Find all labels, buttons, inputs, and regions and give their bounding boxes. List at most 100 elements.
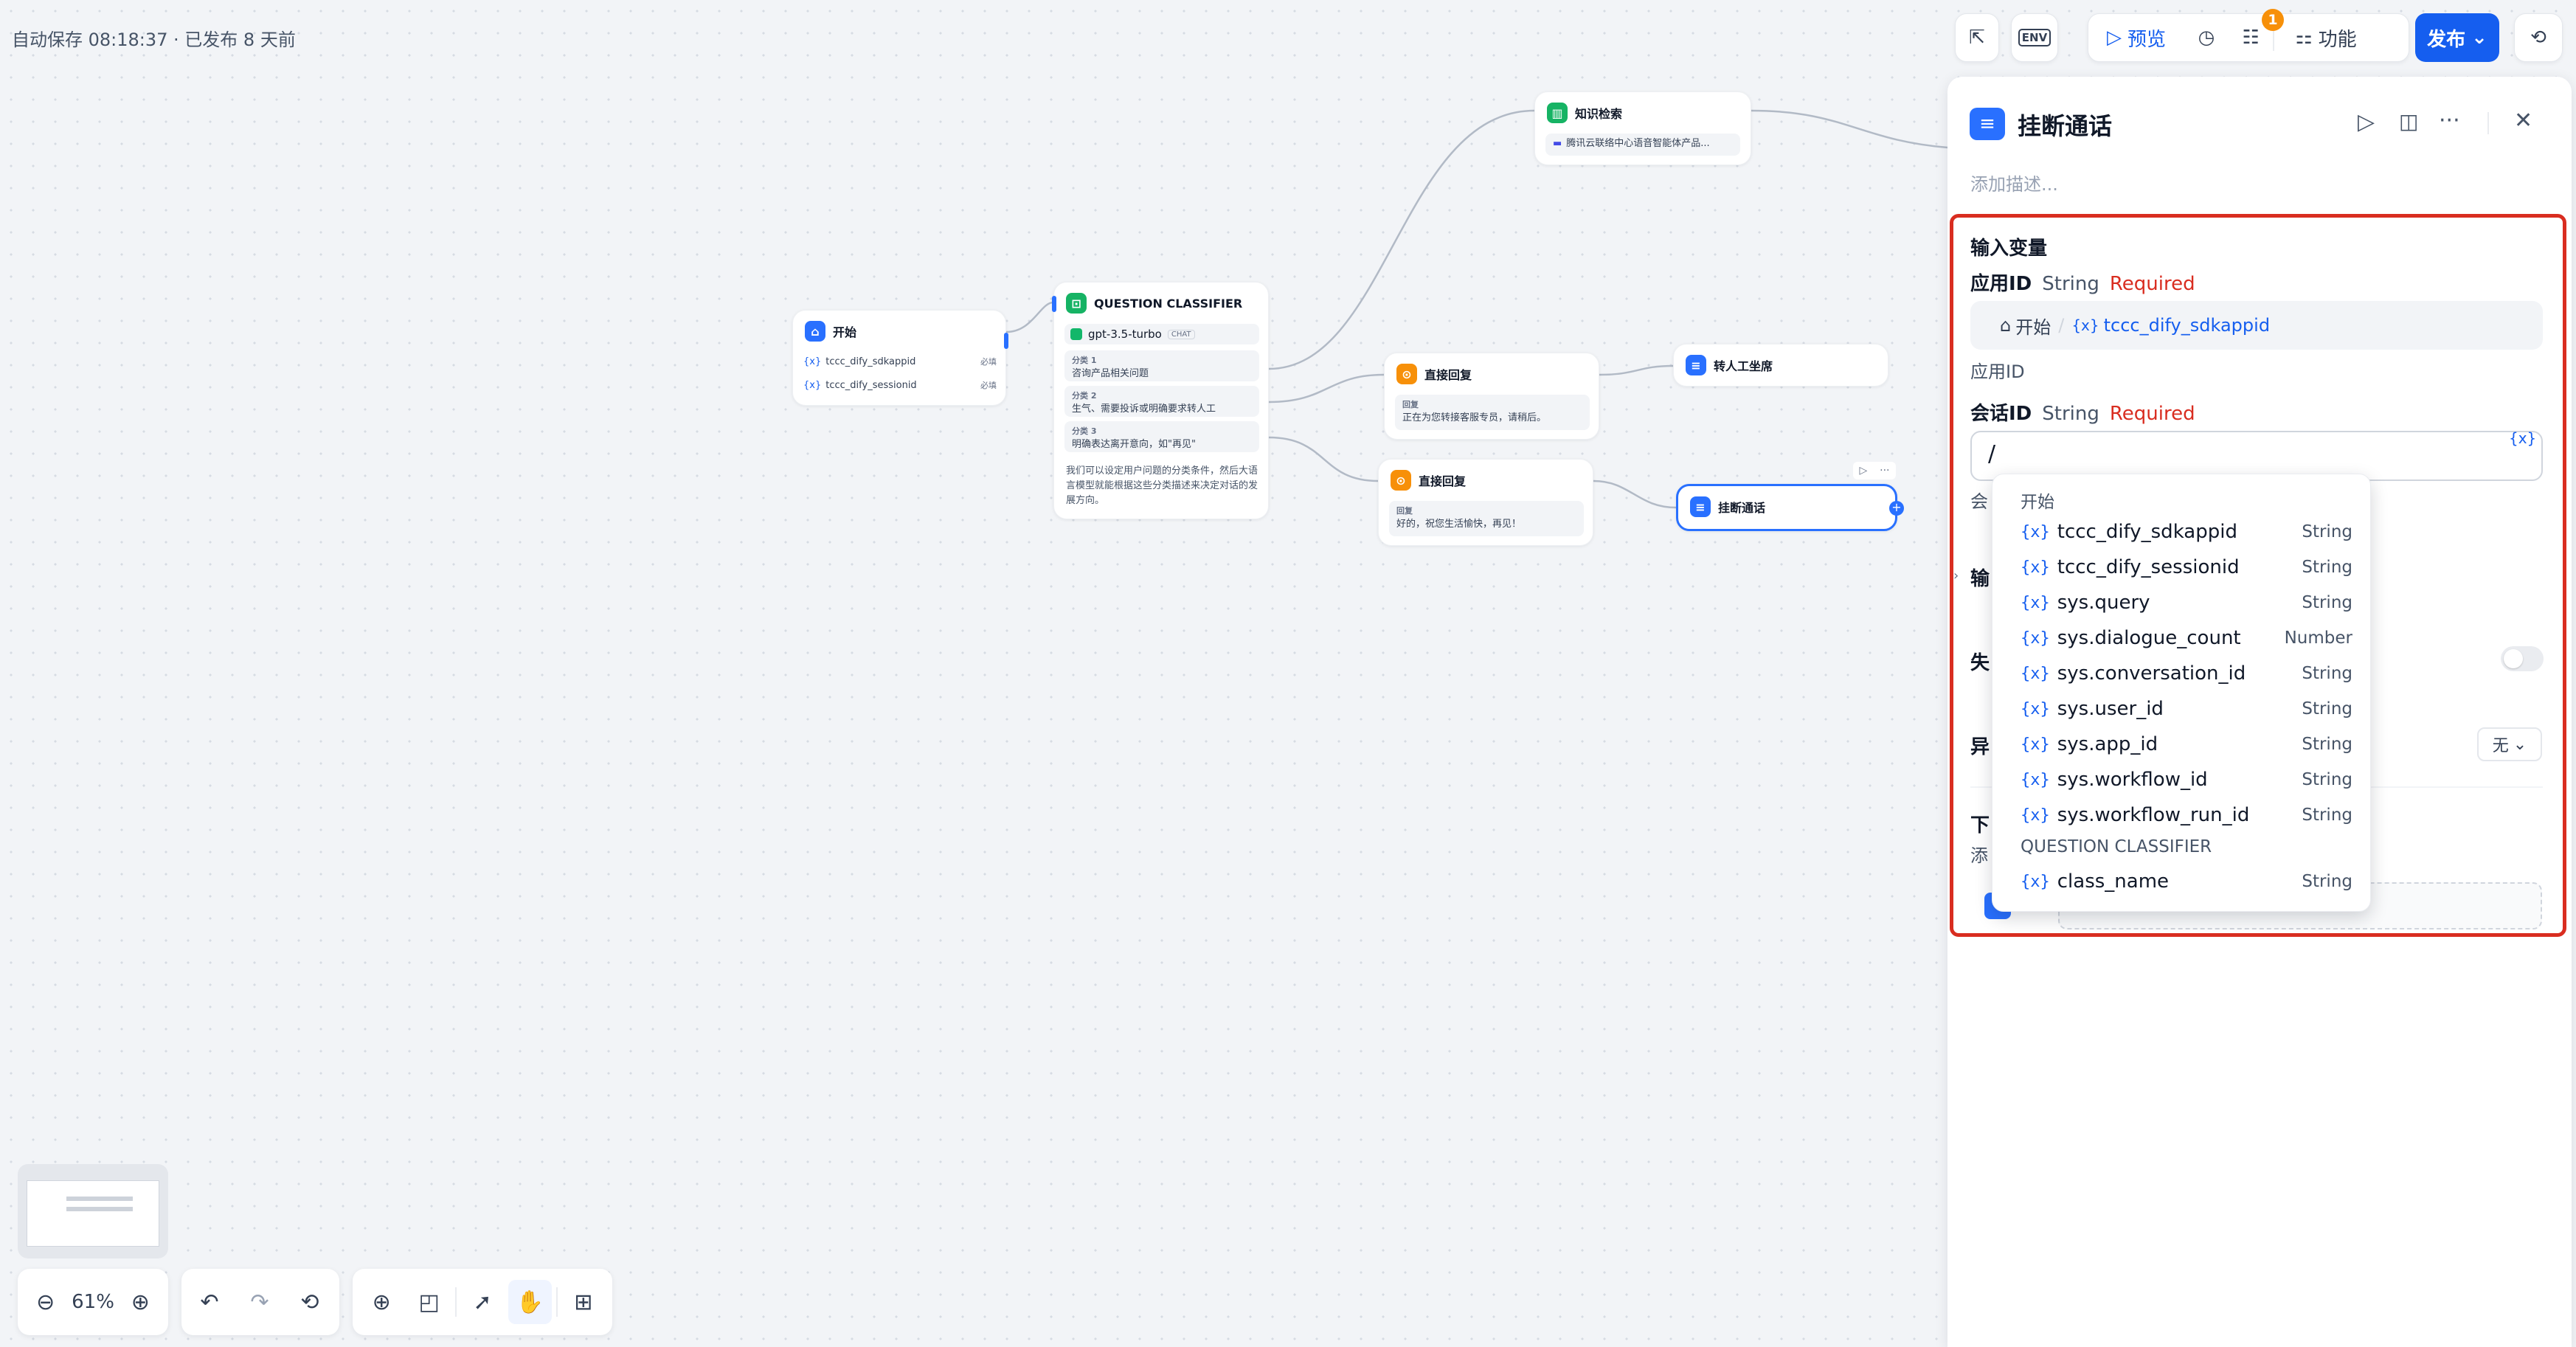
var-option[interactable]: {x} tccc_dify_sdkappid String: [2021, 514, 2352, 550]
transfer-agent-node[interactable]: ≡ 转人工坐席: [1673, 344, 1888, 387]
next-step-description: 添: [1970, 845, 1988, 866]
autosave-status: 自动保存 08:18:37 · 已发布 8 天前: [12, 30, 296, 50]
class-item-2: 分类 2 生气、需要投诉或明确要求转人工: [1064, 386, 1259, 417]
panel-more-icon[interactable]: ···: [2439, 108, 2460, 134]
zoom-level[interactable]: 61%: [67, 1291, 118, 1313]
var-option[interactable]: {x} class_name String: [2021, 864, 2352, 899]
hangup-node[interactable]: ≡ 挂断通话 +: [1676, 484, 1904, 531]
dataset-item: ▬ 腾讯云联络中心语音智能体产品...: [1545, 134, 1740, 156]
redo-icon[interactable]: ↷: [238, 1280, 282, 1324]
toolbar-group-history: ⟲: [2514, 13, 2563, 62]
panel-divider: [2487, 112, 2489, 134]
undo-icon[interactable]: ↶: [187, 1280, 232, 1324]
var-option[interactable]: {x} sys.user_id String: [2021, 691, 2352, 727]
group-header-start: 开始: [2021, 493, 2054, 512]
var-option[interactable]: {x} sys.conversation_id String: [2021, 656, 2352, 691]
canvas-tools: ⊕ ◰ ➚ ✋ ⊞: [353, 1269, 612, 1335]
toolbar-group-main: ▷ 预览 ◷ ☷ ⚏ 功能: [2088, 13, 2409, 62]
minimap-node-shapes: [66, 1197, 133, 1211]
panel-title[interactable]: 挂断通话: [2018, 108, 2112, 142]
share-icon[interactable]: ⇱: [1956, 13, 1998, 62]
chevron-down-icon: ⌄: [2471, 27, 2487, 49]
var-option[interactable]: {x} sys.workflow_run_id String: [2021, 797, 2352, 833]
toolbar-group-left: ⇱: [1955, 13, 1999, 62]
output-variables-title: 输: [1970, 568, 1990, 590]
close-icon[interactable]: ✕: [2514, 108, 2532, 134]
play-icon: ▷: [2106, 27, 2122, 49]
start-node[interactable]: ⌂ 开始 {x} tccc_dify_sdkappid 必填 {x} tccc_dify…: [792, 310, 1008, 406]
history-controls: ↶ ↷ ⟲: [181, 1269, 339, 1335]
add-next-icon[interactable]: +: [1889, 501, 1904, 516]
fail-retry-title: 失: [1970, 652, 1990, 674]
publish-button[interactable]: 发布 ⌄: [2415, 13, 2499, 62]
input-variables-title: 输入变量: [1970, 238, 2048, 260]
var-option[interactable]: {x} sys.app_id String: [2021, 727, 2352, 762]
input-port[interactable]: [1052, 296, 1056, 312]
description-input[interactable]: 添加描述...: [1970, 170, 2058, 195]
variable-icon: {x}: [2021, 629, 2050, 648]
var-option[interactable]: {x} sys.workflow_id String: [2021, 762, 2352, 797]
variable-insert-icon[interactable]: {x}: [2509, 429, 2536, 447]
minimap[interactable]: [18, 1164, 168, 1258]
var-option[interactable]: {x} tccc_dify_sessionid String: [2021, 550, 2352, 585]
class-item-1: 分类 1 咨询产品相关问题: [1064, 350, 1259, 381]
direct-reply-node-1[interactable]: ⊙ 直接回复 回复 正在为您转接客服专员，请稍后。: [1384, 353, 1599, 440]
app-id-variable-selector[interactable]: ⌂ 开始 / {x} tccc_dify_sdkappid: [1970, 301, 2543, 350]
exception-handling-title: 异: [1970, 736, 1990, 758]
history-icon[interactable]: ⟲: [2515, 13, 2562, 62]
home-icon: ⌂: [805, 321, 825, 342]
hand-icon[interactable]: ✋: [508, 1280, 552, 1324]
home-icon: ⌂: [2000, 315, 2012, 336]
preview-button[interactable]: ▷ 预览: [2088, 13, 2184, 62]
toolbar-divider: [454, 1287, 457, 1317]
variable-icon: {x}: [2021, 558, 2050, 577]
exception-select[interactable]: 无 ⌄: [2477, 727, 2542, 761]
toolbar-group-env: ENV: [2011, 13, 2058, 62]
start-var-row: {x} tccc_dify_sessionid 必填: [803, 379, 997, 391]
app-id-description: 应用ID: [1970, 361, 2025, 382]
run-icon[interactable]: ▷: [1859, 465, 1867, 477]
reply-content: 回复 正在为您转接客服专员，请稍后。: [1395, 395, 1590, 430]
model-selector[interactable]: gpt-3.5-turbo CHAT: [1064, 324, 1259, 344]
pointer-icon[interactable]: ➚: [461, 1280, 504, 1324]
zoom-out-icon[interactable]: ⊖: [24, 1280, 67, 1324]
panel-run-icon[interactable]: ▷: [2358, 109, 2375, 135]
features-button[interactable]: ⚏ 功能: [2274, 13, 2378, 62]
minimap-viewport: [27, 1180, 159, 1247]
reply-icon: ⊙: [1396, 364, 1417, 384]
next-step-title: 下: [1970, 814, 1990, 837]
zoom-in-icon[interactable]: ⊕: [119, 1280, 162, 1324]
variable-icon: {x}: [2021, 806, 2050, 825]
version-history-icon[interactable]: ⟲: [288, 1280, 332, 1324]
group-header-classifier: QUESTION CLASSIFIER: [2021, 837, 2212, 856]
node-mini-actions[interactable]: ▷ ···: [1853, 462, 1896, 479]
add-node-icon[interactable]: ⊕: [360, 1280, 403, 1324]
tool-icon: ≡: [1686, 355, 1706, 375]
variable-icon: {x}: [2021, 735, 2050, 754]
variable-icon: {x}: [2021, 770, 2050, 789]
toolbar-divider: [555, 1287, 558, 1317]
run-history-icon[interactable]: ◷: [2184, 13, 2229, 62]
chevron-down-icon: ⌄: [2513, 735, 2527, 754]
variable-icon: {x}: [2021, 872, 2050, 891]
variable-icon: {x}: [2021, 699, 2050, 718]
collapse-arrow-icon[interactable]: ›: [1953, 568, 1959, 584]
env-button[interactable]: ENV: [2012, 13, 2057, 62]
output-port[interactable]: [1004, 333, 1008, 349]
variable-icon: {x}: [803, 356, 822, 367]
classifier-icon: ⊡: [1066, 293, 1087, 314]
var-option[interactable]: {x} sys.query String: [2021, 585, 2352, 620]
more-icon[interactable]: ···: [1880, 465, 1889, 477]
var-option[interactable]: {x} sys.dialogue_count Number: [2021, 620, 2352, 656]
retry-toggle[interactable]: [2501, 646, 2544, 671]
question-classifier-node[interactable]: ⊡ QUESTION CLASSIFIER gpt-3.5-turbo CHAT …: [1052, 282, 1269, 519]
direct-reply-node-2[interactable]: ⊙ 直接回复 回复 好的，祝您生活愉快，再见！: [1378, 459, 1593, 546]
start-node-title: 开始: [833, 325, 857, 339]
panel-split-icon[interactable]: ◫: [2399, 109, 2418, 134]
class-item-3: 分类 3 明确表达离开意向，如"再见": [1064, 421, 1259, 452]
add-note-icon[interactable]: ◰: [407, 1280, 450, 1324]
organize-icon[interactable]: ⊞: [562, 1280, 605, 1324]
variable-icon: {x}: [803, 379, 822, 391]
knowledge-retrieval-node[interactable]: ▥ 知识检索 ▬ 腾讯云联络中心语音智能体产品...: [1534, 91, 1751, 165]
variable-icon: {x}: [2021, 593, 2050, 612]
